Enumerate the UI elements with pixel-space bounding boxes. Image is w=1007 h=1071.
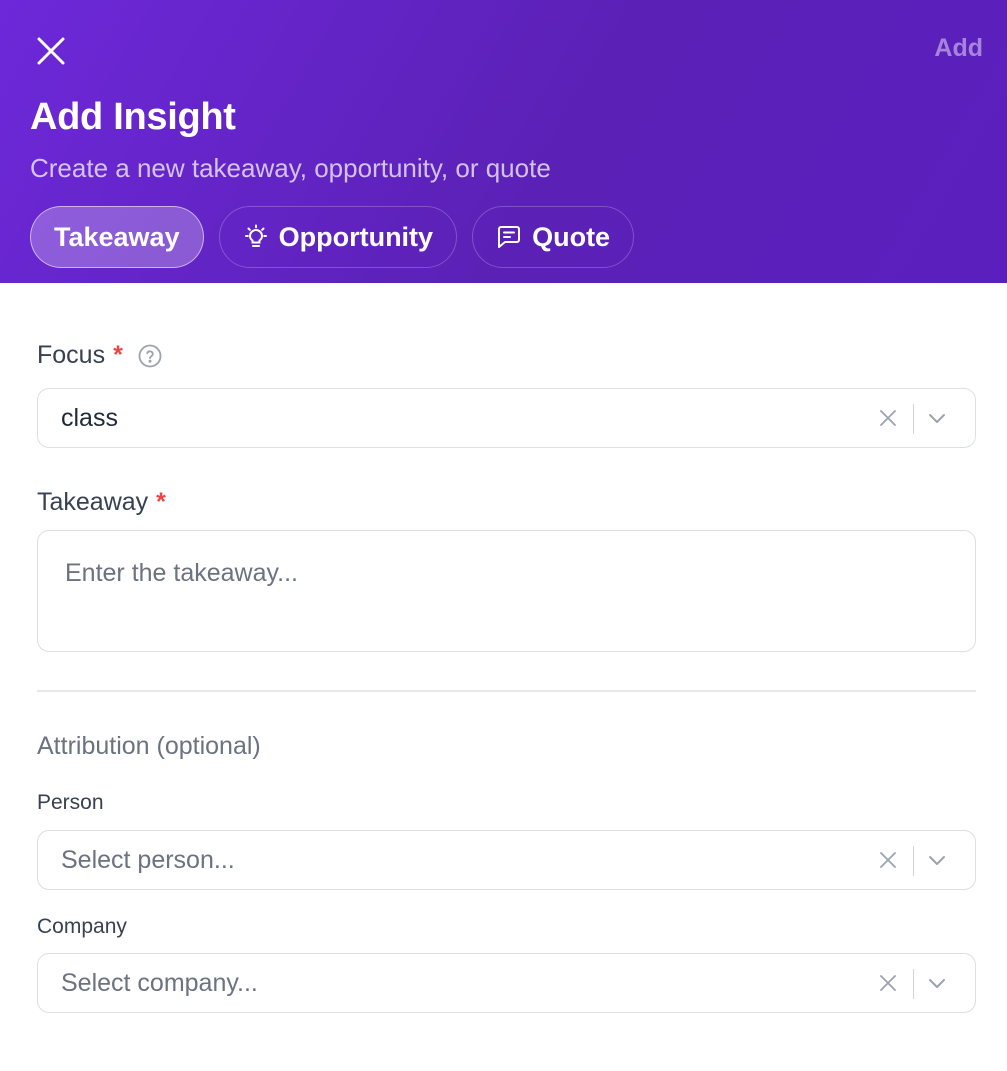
close-button[interactable] (34, 34, 68, 68)
modal-header: Add Add Insight Create a new takeaway, o… (0, 0, 1007, 283)
chevron-down-icon[interactable] (925, 971, 949, 995)
close-icon (37, 37, 65, 65)
chevron-down-icon[interactable] (925, 848, 949, 872)
clear-icon[interactable] (876, 971, 900, 995)
takeaway-textarea[interactable]: Enter the takeaway... (37, 530, 976, 652)
tab-quote-label: Quote (532, 221, 611, 252)
message-square-icon (496, 224, 522, 250)
company-select[interactable]: Select company... (37, 953, 976, 1013)
person-select[interactable]: Select person... (37, 830, 976, 890)
company-select-placeholder: Select company... (61, 968, 258, 997)
clear-icon[interactable] (876, 848, 900, 872)
modal-title: Add Insight (30, 96, 236, 138)
section-divider (37, 690, 976, 692)
help-circle-icon[interactable] (137, 343, 163, 369)
attribution-section-title: Attribution (optional) (37, 732, 261, 760)
person-label: Person (37, 791, 104, 814)
focus-select-value: class (61, 403, 118, 432)
select-separator (912, 846, 914, 876)
select-separator (912, 404, 914, 434)
modal-subtitle: Create a new takeaway, opportunity, or q… (30, 153, 551, 183)
tab-quote[interactable]: Quote (472, 206, 635, 268)
focus-label: Focus (37, 341, 106, 369)
chevron-down-icon[interactable] (925, 406, 949, 430)
select-separator (912, 969, 914, 999)
add-button[interactable]: Add (934, 34, 983, 63)
focus-select[interactable]: class (37, 388, 976, 448)
tab-takeaway-label: Takeaway (54, 221, 180, 252)
tab-opportunity[interactable]: Opportunity (218, 206, 458, 268)
tab-opportunity-label: Opportunity (278, 221, 434, 252)
required-mark: * (113, 341, 123, 369)
takeaway-label-row: Takeaway * (37, 488, 166, 517)
focus-label-row: Focus * (37, 341, 163, 370)
takeaway-label: Takeaway (37, 488, 149, 516)
company-label: Company (37, 915, 127, 938)
clear-icon[interactable] (876, 406, 900, 430)
person-select-placeholder: Select person... (61, 845, 235, 874)
takeaway-placeholder: Enter the takeaway... (65, 559, 298, 587)
lightbulb-icon (243, 224, 269, 250)
required-mark: * (156, 488, 166, 516)
tab-takeaway[interactable]: Takeaway (30, 206, 204, 268)
insight-type-tabs: Takeaway Opportunity Quote (30, 206, 635, 268)
